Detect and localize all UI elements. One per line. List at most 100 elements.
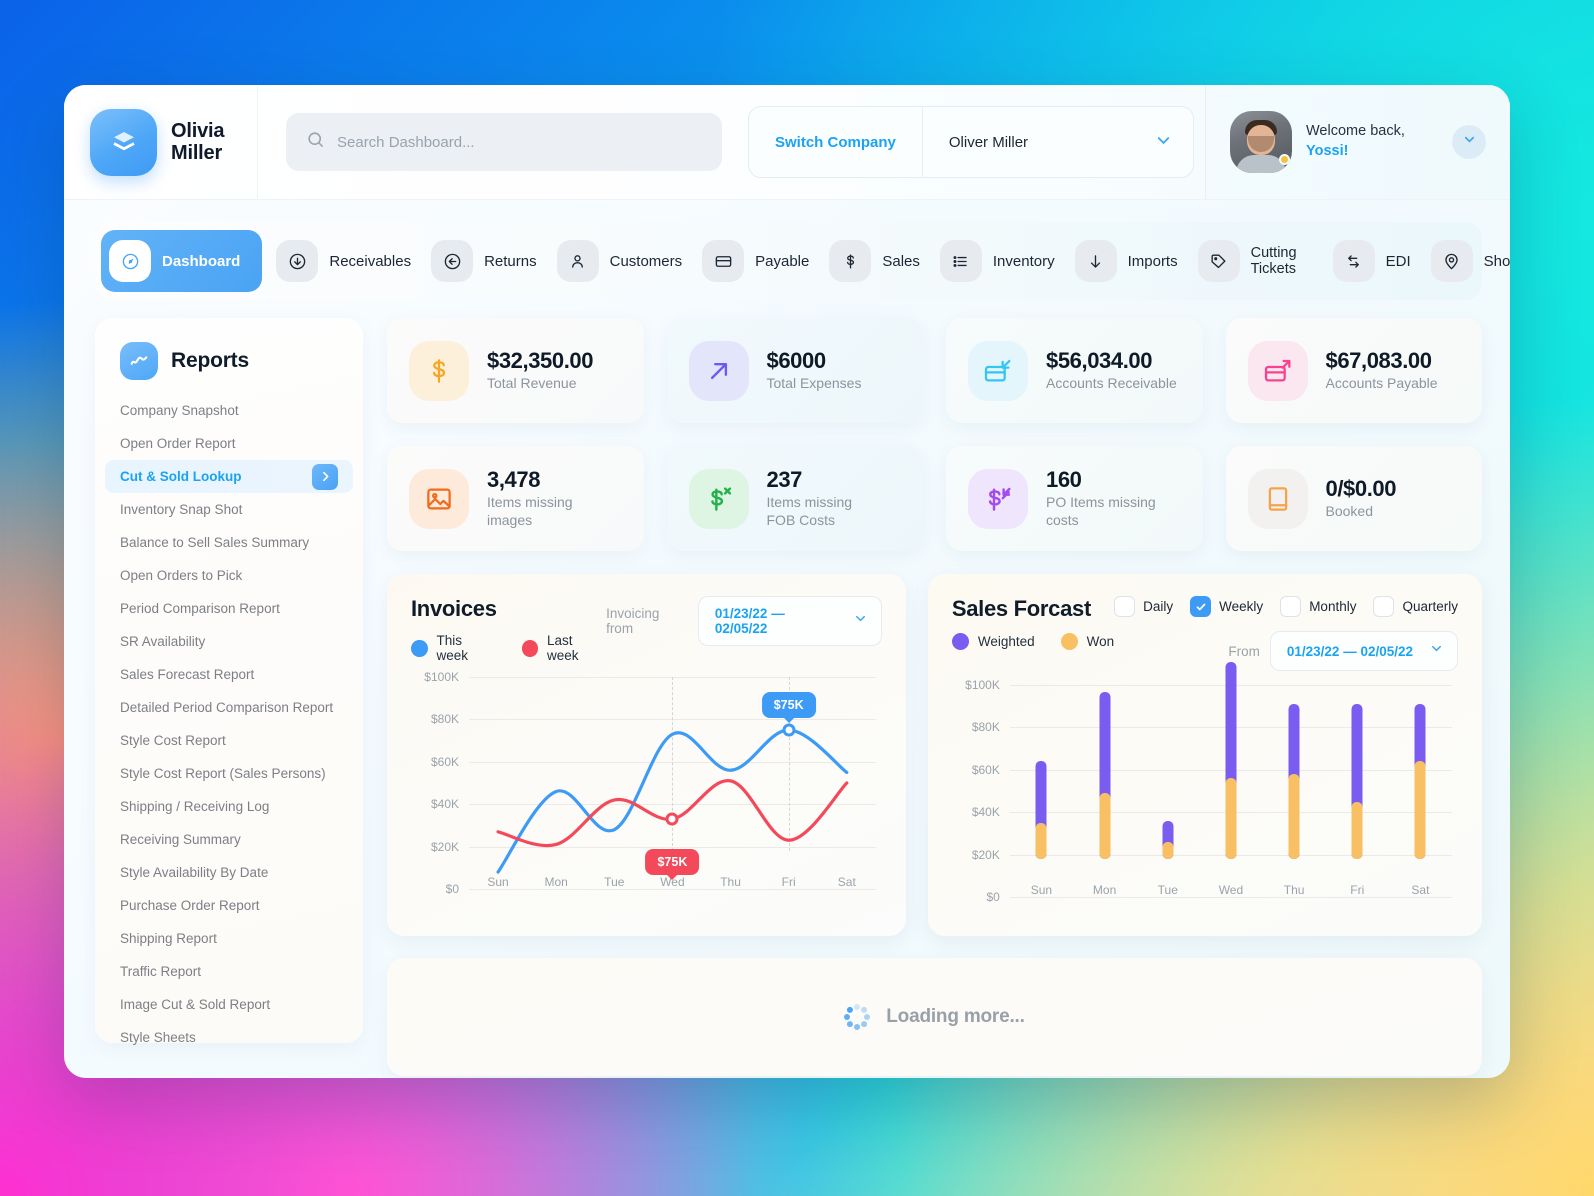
sidebar-item-label: Open Orders to Pick [120, 568, 243, 583]
kpi-label: Total Expenses [766, 375, 862, 392]
bar-won[interactable] [1351, 801, 1363, 859]
avatar[interactable] [1230, 111, 1292, 173]
frequency-option-daily[interactable]: Daily [1114, 596, 1173, 617]
y-axis-tick-label: $20K [430, 839, 459, 854]
nav-item-inventory[interactable]: Inventory [932, 230, 1067, 292]
sidebar-item-detailed-period-comparison-report[interactable]: Detailed Period Comparison Report [105, 691, 353, 724]
main-column: $32,350.00 Total Revenue $6000 Total Expens… [387, 318, 1482, 1076]
checkbox[interactable] [1280, 596, 1302, 617]
kpi-value: $6000 [766, 347, 827, 373]
kpi-card[interactable]: 160 PO Items missing costs [946, 446, 1203, 551]
nav-item-customers[interactable]: Customers [549, 230, 695, 292]
invoices-range: Invoicing from 01/23/22 — 02/05/22 [606, 596, 882, 646]
y-axis-tick-label: $20K [971, 847, 1000, 862]
sidebar-item-period-comparison-report[interactable]: Period Comparison Report [105, 592, 353, 625]
sidebar-item-label: Detailed Period Comparison Report [120, 700, 334, 715]
kpi-card[interactable]: $32,350.00 Total Revenue [387, 318, 644, 423]
search-input[interactable] [337, 133, 702, 151]
y-axis-tick-label: $40K [430, 797, 459, 812]
data-point-marker[interactable] [782, 723, 796, 737]
legend-color-dot [411, 639, 428, 657]
sidebar-item-open-orders-to-pick[interactable]: Open Orders to Pick [105, 559, 353, 592]
x-axis-tick-label: Wed [1218, 883, 1244, 897]
content-area: Reports Company Snapshot Open Order Repor… [64, 300, 1510, 1076]
legend-color-dot [521, 639, 539, 657]
kpi-card[interactable]: $67,083.00 Accounts Payable [1225, 318, 1482, 423]
sidebar-item-image-cut-sold-report[interactable]: Image Cut & Sold Report [105, 988, 353, 1021]
bar-won[interactable] [1288, 774, 1300, 859]
y-axis-tick-label: $40K [971, 805, 1000, 820]
checkbox[interactable] [1190, 596, 1212, 617]
search-box[interactable] [286, 113, 722, 171]
sidebar-header: Reports [95, 342, 363, 394]
sidebar-item-purchase-order-report[interactable]: Purchase Order Report [105, 889, 353, 922]
invoices-range-select[interactable]: 01/23/22 — 02/05/22 [697, 596, 882, 646]
bar-won[interactable] [1162, 842, 1174, 859]
nav-item-receivables[interactable]: Receivables [268, 230, 423, 292]
sidebar-item-open-order-report[interactable]: Open Order Report [105, 427, 353, 460]
invoices-title: Invoices [411, 596, 497, 621]
nav-item-imports[interactable]: Imports [1067, 230, 1190, 292]
spinner-dot [854, 1024, 861, 1030]
checkbox[interactable] [1114, 596, 1136, 617]
kpi-card[interactable]: 237 Items missing FOB Costs [666, 446, 923, 551]
kpi-card[interactable]: $6000 Total Expenses [666, 318, 923, 423]
kpi-card[interactable]: 0/$0.00 Booked [1225, 446, 1482, 551]
sidebar-item-shipping-receiving-log[interactable]: Shipping / Receiving Log [105, 790, 353, 823]
invoices-legend: This week Last week [411, 633, 606, 663]
kpi-card[interactable]: $56,034.00 Accounts Receivable [946, 318, 1203, 423]
sidebar-item-style-cost-report[interactable]: Style Cost Report [105, 724, 353, 757]
frequency-option-quarterly[interactable]: Quarterly [1373, 596, 1458, 617]
company-select[interactable]: Oliver Miller [923, 107, 1193, 177]
nav-bar: Dashboard Receivables Returns Customers Paya… [95, 222, 1510, 300]
sidebar-item-label: Cut & Sold Lookup [120, 469, 242, 484]
sidebar-item-label: Balance to Sell Sales Summary [120, 535, 310, 550]
sidebar-item-label: Inventory Snap Shot [120, 502, 243, 517]
location-pin-icon [1430, 240, 1473, 282]
reports-sidebar: Reports Company Snapshot Open Order Repor… [95, 318, 363, 1045]
sidebar-item-receiving-summary[interactable]: Receiving Summary [105, 823, 353, 856]
sidebar-item-inventory-snap-shot[interactable]: Inventory Snap Shot [105, 493, 353, 526]
checkbox[interactable] [1373, 596, 1395, 617]
nav-item-payable[interactable]: Payable [694, 230, 821, 292]
bar-won[interactable] [1225, 778, 1237, 859]
x-axis-tick-label: Sun [1030, 883, 1053, 897]
kpi-label: Booked [1325, 503, 1373, 520]
plot-area: Sun Mon Tue Wed Thu Fri Sat [1009, 661, 1452, 898]
data-point-marker[interactable] [665, 812, 679, 826]
nav-item-edi[interactable]: EDI [1325, 230, 1423, 292]
brand-name-line1: Olivia [171, 119, 225, 142]
nav-item-sales[interactable]: Sales [821, 230, 932, 292]
sidebar-item-shipping-report[interactable]: Shipping Report [105, 922, 353, 955]
nav-item-returns[interactable]: Returns [423, 230, 549, 292]
kpi-card[interactable]: 3,478 Items missing images [387, 446, 644, 551]
nav-item-dashboard[interactable]: Dashboard [101, 230, 263, 292]
sidebar-item-sales-forecast-report[interactable]: Sales Forecast Report [105, 658, 353, 691]
sidebar-item-style-cost-report-sales-persons-[interactable]: Style Cost Report (Sales Persons) [105, 757, 353, 790]
switch-company-button[interactable]: Switch Company [749, 107, 923, 177]
chevron-right-icon[interactable] [312, 463, 338, 490]
frequency-option-monthly[interactable]: Monthly [1280, 596, 1356, 617]
forecast-range-select[interactable]: 01/23/22 — 02/05/22 [1269, 631, 1458, 671]
frequency-option-weekly[interactable]: Weekly [1190, 596, 1263, 617]
bar-won[interactable] [1099, 793, 1111, 859]
sidebar-item-balance-to-sell-sales-summary[interactable]: Balance to Sell Sales Summary [105, 526, 353, 559]
sidebar-item-label: Style Sheets [120, 1030, 196, 1045]
nav-item-cutting-tickets[interactable]: Cutting Tickets [1190, 230, 1325, 292]
bar-won[interactable] [1414, 761, 1426, 859]
sidebar-item-sr-availability[interactable]: SR Availability [105, 625, 353, 658]
sidebar-item-label: Sales Forecast Report [120, 667, 255, 682]
nav-item-showroom[interactable]: Showroom [1423, 230, 1510, 292]
x-axis-tick-label: Fri [1350, 883, 1365, 897]
sidebar-item-label: Receiving Summary [120, 832, 241, 847]
chevron-down-icon [853, 611, 868, 631]
user-menu-button[interactable] [1452, 125, 1486, 159]
sidebar-item-cut-sold-lookup[interactable]: Cut & Sold Lookup [105, 460, 353, 493]
sidebar-item-style-availability-by-date[interactable]: Style Availability By Date [105, 856, 353, 889]
sidebar-item-traffic-report[interactable]: Traffic Report [105, 955, 353, 988]
forecast-range: From 01/23/22 — 02/05/22 [1228, 631, 1458, 671]
sidebar-item-style-sheets[interactable]: Style Sheets [105, 1021, 353, 1054]
sidebar-item-company-snapshot[interactable]: Company Snapshot [105, 394, 353, 427]
x-axis-tick-label: Sat [1411, 883, 1430, 897]
bar-won[interactable] [1035, 822, 1047, 859]
